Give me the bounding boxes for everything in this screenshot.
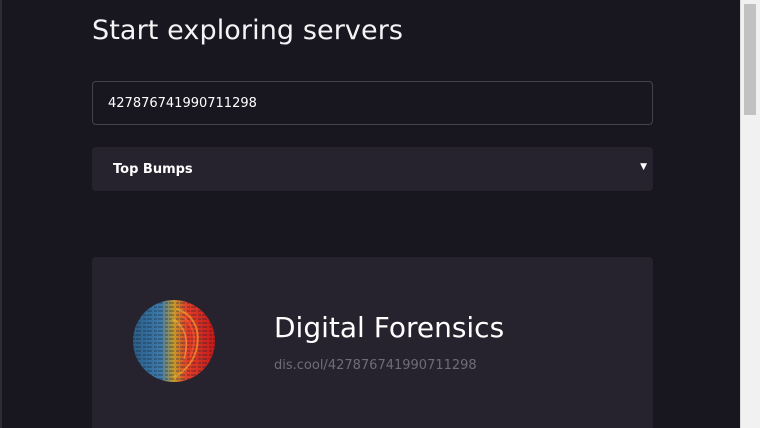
vertical-scrollbar[interactable] [740, 0, 760, 428]
page: Start exploring servers Top Bumps ▼ [0, 0, 760, 428]
server-card[interactable]: Digital Forensics dis.cool/4278767419907… [92, 257, 653, 428]
server-name[interactable]: Digital Forensics [274, 311, 504, 344]
sort-selected-label: Top Bumps [113, 161, 193, 177]
search-input[interactable] [92, 81, 653, 125]
window-left-edge [0, 0, 2, 428]
server-link[interactable]: dis.cool/427876741990711298 [274, 358, 477, 373]
server-avatar [133, 300, 215, 382]
caret-down-icon: ▼ [640, 162, 647, 172]
sort-select[interactable]: Top Bumps ▼ [92, 147, 653, 191]
scrollbar-thumb[interactable] [744, 4, 756, 115]
page-title: Start exploring servers [92, 15, 404, 46]
